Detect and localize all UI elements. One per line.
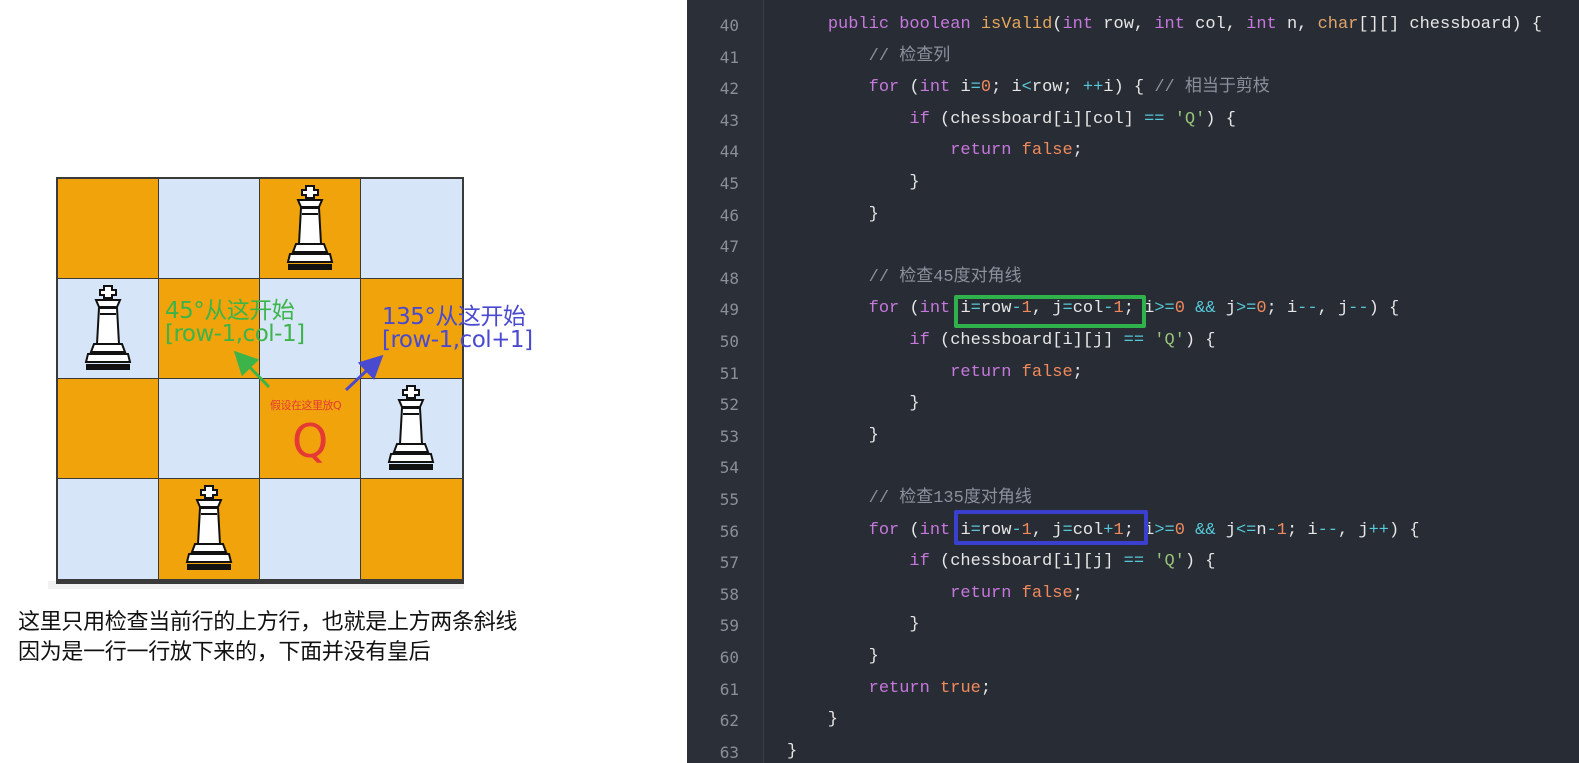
- line-number: 62: [719, 711, 739, 731]
- code-line: return false;: [950, 583, 1083, 603]
- code-line: // 检查列: [868, 46, 951, 66]
- code-line: public boolean isValid(int row, int col,…: [827, 15, 1543, 34]
- code-line: }: [787, 647, 879, 666]
- candidate-queen-mark: Q: [292, 414, 328, 468]
- code-line: // 检查45度对角线: [868, 267, 1022, 287]
- line-number: 52: [719, 395, 739, 415]
- line-number: 45: [719, 174, 739, 193]
- assume-place-label: 假设在这里放Q: [270, 399, 342, 412]
- code-line: return false;: [950, 362, 1083, 382]
- code-line: for (int i=0; i<row; ++i) { // 相当于剪枝: [868, 78, 1270, 98]
- code-line: }: [787, 615, 920, 635]
- code-line: return false;: [950, 141, 1083, 161]
- highlight-box-135-init: [954, 510, 1148, 545]
- line-number-gutter: 40 41 42 43 44 45 46 47 48 49 50 51 52 53 54 55 56 57 58 59…: [687, 0, 764, 763]
- arrow-135: [344, 354, 384, 392]
- line-number: 56: [719, 521, 739, 541]
- code-line: // 检查135度对角线: [868, 489, 1032, 508]
- code-line: if (chessboard[i][j] == 'Q') {: [909, 552, 1216, 572]
- line-number: 43: [719, 110, 739, 130]
- code-line: }: [787, 173, 920, 192]
- n-queens-diagram: 45°从这开始 [row-1,col-1] 135°从这开始 [row-1,co…: [0, 0, 687, 763]
- line-number: 53: [719, 426, 739, 446]
- line-number: 58: [719, 584, 739, 604]
- code-line: }: [787, 710, 839, 730]
- line-number: 47: [719, 237, 739, 257]
- line-number: 46: [719, 205, 739, 225]
- line-number: 51: [719, 363, 739, 383]
- caption-line-2: 因为是一行一行放下来的，下面并没有皇后: [18, 640, 431, 665]
- line-number: 54: [719, 458, 739, 478]
- line-number: 48: [719, 268, 739, 288]
- line-number: 55: [719, 490, 739, 509]
- line-number: 61: [719, 679, 739, 699]
- line-number: 63: [719, 742, 739, 762]
- code-editor: 40 41 42 43 44 45 46 47 48 49 50 51 52 53 54 55 56 57 58 59…: [687, 0, 1579, 763]
- highlight-box-45-init: [954, 295, 1146, 328]
- line-number: 60: [719, 648, 739, 667]
- code-line: }: [787, 741, 798, 761]
- line-number: 40: [719, 16, 739, 35]
- code-line: if (chessboard[i][j] == 'Q') {: [909, 331, 1216, 350]
- code-line: }: [787, 204, 879, 224]
- line-number: 59: [719, 616, 739, 636]
- code-line: }: [787, 425, 879, 445]
- caption-line-1: 这里只用检查当前行的上方行，也就是上方两条斜线: [18, 610, 518, 635]
- code-line: return true;: [868, 678, 992, 698]
- code-line: }: [787, 394, 920, 414]
- line-number: 41: [719, 47, 739, 67]
- line-number: 49: [719, 300, 739, 320]
- line-number: 57: [719, 553, 739, 573]
- line-number: 50: [719, 332, 739, 351]
- arrow-45: [233, 350, 271, 389]
- code-line: if (chessboard[i][col] == 'Q') {: [909, 109, 1236, 129]
- line-number: 42: [719, 79, 739, 99]
- line-number: 44: [719, 142, 739, 162]
